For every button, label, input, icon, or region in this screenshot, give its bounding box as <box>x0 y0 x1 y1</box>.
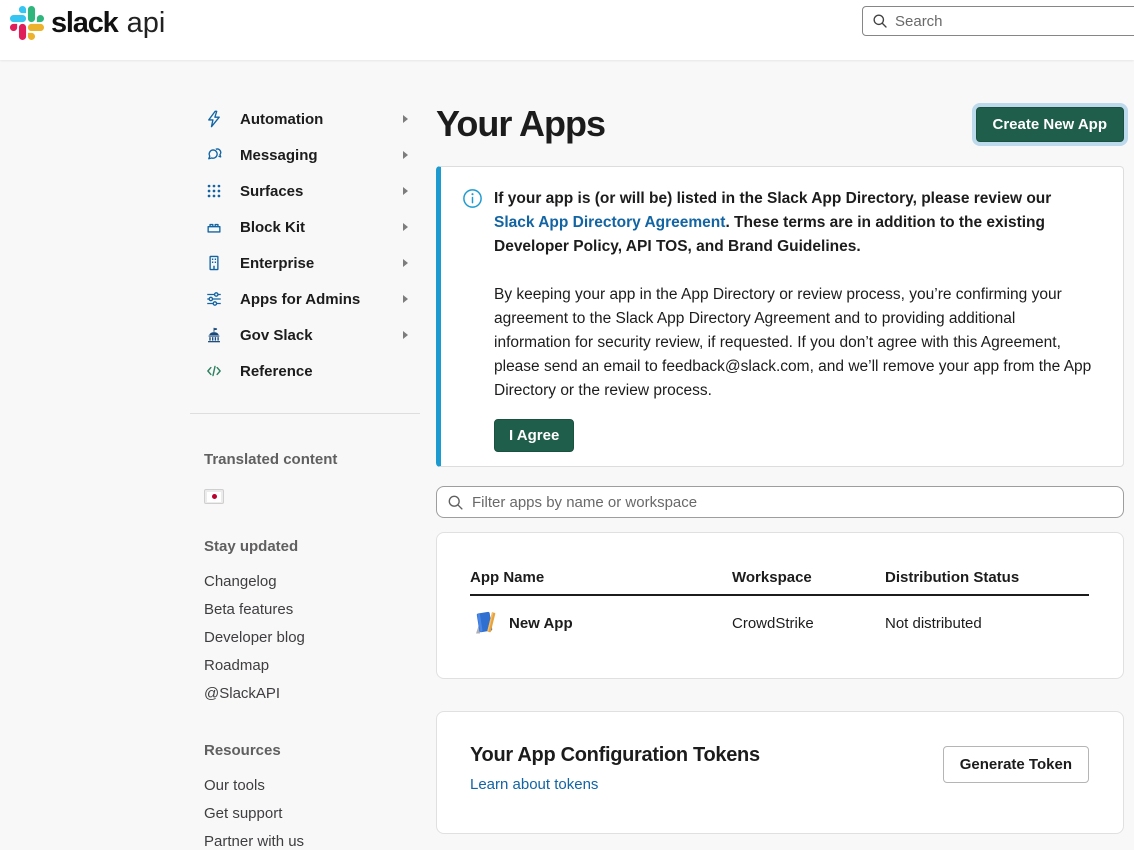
apps-table-card: App Name Workspace Distribution Status <box>436 532 1124 679</box>
sidebar-item-gov-slack[interactable]: Gov Slack <box>190 317 420 353</box>
page-title: Your Apps <box>436 103 605 145</box>
chevron-right-icon <box>403 331 408 339</box>
japan-flag-icon[interactable] <box>204 489 224 504</box>
sidebar-item-label: Apps for Admins <box>240 291 360 308</box>
link-partner-with-us[interactable]: Partner with us <box>190 828 420 850</box>
create-new-app-button[interactable]: Create New App <box>976 107 1124 142</box>
link-our-tools[interactable]: Our tools <box>190 772 420 800</box>
grid-dots-icon <box>204 182 224 200</box>
info-icon <box>462 188 483 214</box>
column-app-name: App Name <box>470 569 732 595</box>
search-icon <box>872 13 888 29</box>
chevron-right-icon <box>403 115 408 123</box>
sidebar-item-label: Messaging <box>240 147 318 164</box>
sidebar-item-enterprise[interactable]: Enterprise <box>190 245 420 281</box>
building-icon <box>204 254 224 272</box>
stay-updated-heading: Stay updated <box>190 538 420 555</box>
japan-flag-inner <box>207 492 221 502</box>
capitol-icon <box>204 326 224 344</box>
slack-api-logo[interactable]: slack api <box>10 6 165 40</box>
i-agree-button[interactable]: I Agree <box>494 419 574 452</box>
stay-updated-links: Changelog Beta features Developer blog R… <box>190 568 420 708</box>
chevron-right-icon <box>403 151 408 159</box>
chevron-right-icon <box>403 187 408 195</box>
speech-bubbles-icon <box>204 146 224 164</box>
app-name-link[interactable]: New App <box>509 615 573 632</box>
resources-links: Our tools Get support Partner with us <box>190 772 420 850</box>
logo-text: slack <box>51 7 118 40</box>
title-row: Your Apps Create New App <box>436 100 1124 148</box>
generate-token-button[interactable]: Generate Token <box>943 746 1089 783</box>
learn-about-tokens-link[interactable]: Learn about tokens <box>470 776 598 793</box>
notice-text-before-link: If your app is (or will be) listed in th… <box>494 190 1051 207</box>
top-header: slack api <box>0 0 1134 60</box>
column-distribution-status: Distribution Status <box>885 569 1089 595</box>
sidebar-item-automation[interactable]: Automation <box>190 101 420 137</box>
sidebar-item-label: Surfaces <box>240 183 303 200</box>
link-beta-features[interactable]: Beta features <box>190 596 420 624</box>
link-changelog[interactable]: Changelog <box>190 568 420 596</box>
notice-paragraph-1: If your app is (or will be) listed in th… <box>494 187 1095 259</box>
distribution-status-cell: Not distributed <box>885 595 1089 638</box>
tokens-card: Your App Configuration Tokens Learn abou… <box>436 711 1124 834</box>
sidebar-item-label: Reference <box>240 363 313 380</box>
sliders-icon <box>204 290 224 308</box>
link-developer-blog[interactable]: Developer blog <box>190 624 420 652</box>
slack-api-your-apps-page: slack api Automation Messaging <box>0 0 1134 850</box>
sidebar-item-surfaces[interactable]: Surfaces <box>190 173 420 209</box>
chevron-right-icon <box>403 259 408 267</box>
notice-paragraph-2: By keeping your app in the App Directory… <box>494 283 1095 403</box>
chevron-right-icon <box>403 223 408 231</box>
sidebar-item-label: Enterprise <box>240 255 314 272</box>
apps-table: App Name Workspace Distribution Status <box>470 569 1089 638</box>
sidebar-item-reference[interactable]: Reference <box>190 353 420 389</box>
sidebar-item-label: Gov Slack <box>240 327 313 344</box>
link-slackapi-twitter[interactable]: @SlackAPI <box>190 680 420 708</box>
filter-apps-box[interactable] <box>436 486 1124 518</box>
sidebar-item-label: Block Kit <box>240 219 305 236</box>
default-app-icon <box>470 608 500 638</box>
header-search[interactable] <box>862 6 1134 36</box>
slack-app-directory-agreement-link[interactable]: Slack App Directory Agreement <box>494 214 725 231</box>
sidebar-item-messaging[interactable]: Messaging <box>190 137 420 173</box>
sidebar-item-label: Automation <box>240 111 323 128</box>
sidebar: Automation Messaging Surfaces Block Kit <box>190 101 420 850</box>
lightning-icon <box>204 110 224 128</box>
workspace-cell: CrowdStrike <box>732 595 885 638</box>
logo-suffix: api <box>127 7 166 40</box>
filter-apps-input[interactable] <box>472 494 1113 511</box>
app-cell: New App <box>470 608 732 638</box>
sidebar-divider <box>190 413 420 414</box>
link-roadmap[interactable]: Roadmap <box>190 652 420 680</box>
column-workspace: Workspace <box>732 569 885 595</box>
apps-table-header-row: App Name Workspace Distribution Status <box>470 569 1089 595</box>
slack-logo-icon <box>10 6 44 40</box>
translated-content-heading: Translated content <box>190 451 420 468</box>
sidebar-item-block-kit[interactable]: Block Kit <box>190 209 420 245</box>
search-input[interactable] <box>895 13 1095 30</box>
link-get-support[interactable]: Get support <box>190 800 420 828</box>
blocks-icon <box>204 218 224 236</box>
resources-heading: Resources <box>190 742 420 759</box>
chevron-right-icon <box>403 295 408 303</box>
code-icon <box>204 362 224 380</box>
app-directory-notice: If your app is (or will be) listed in th… <box>436 166 1124 467</box>
main-content: Your Apps Create New App If your app is … <box>436 100 1124 834</box>
filter-search-icon <box>447 494 464 511</box>
sidebar-item-apps-for-admins[interactable]: Apps for Admins <box>190 281 420 317</box>
table-row[interactable]: New App CrowdStrike Not distributed <box>470 595 1089 638</box>
